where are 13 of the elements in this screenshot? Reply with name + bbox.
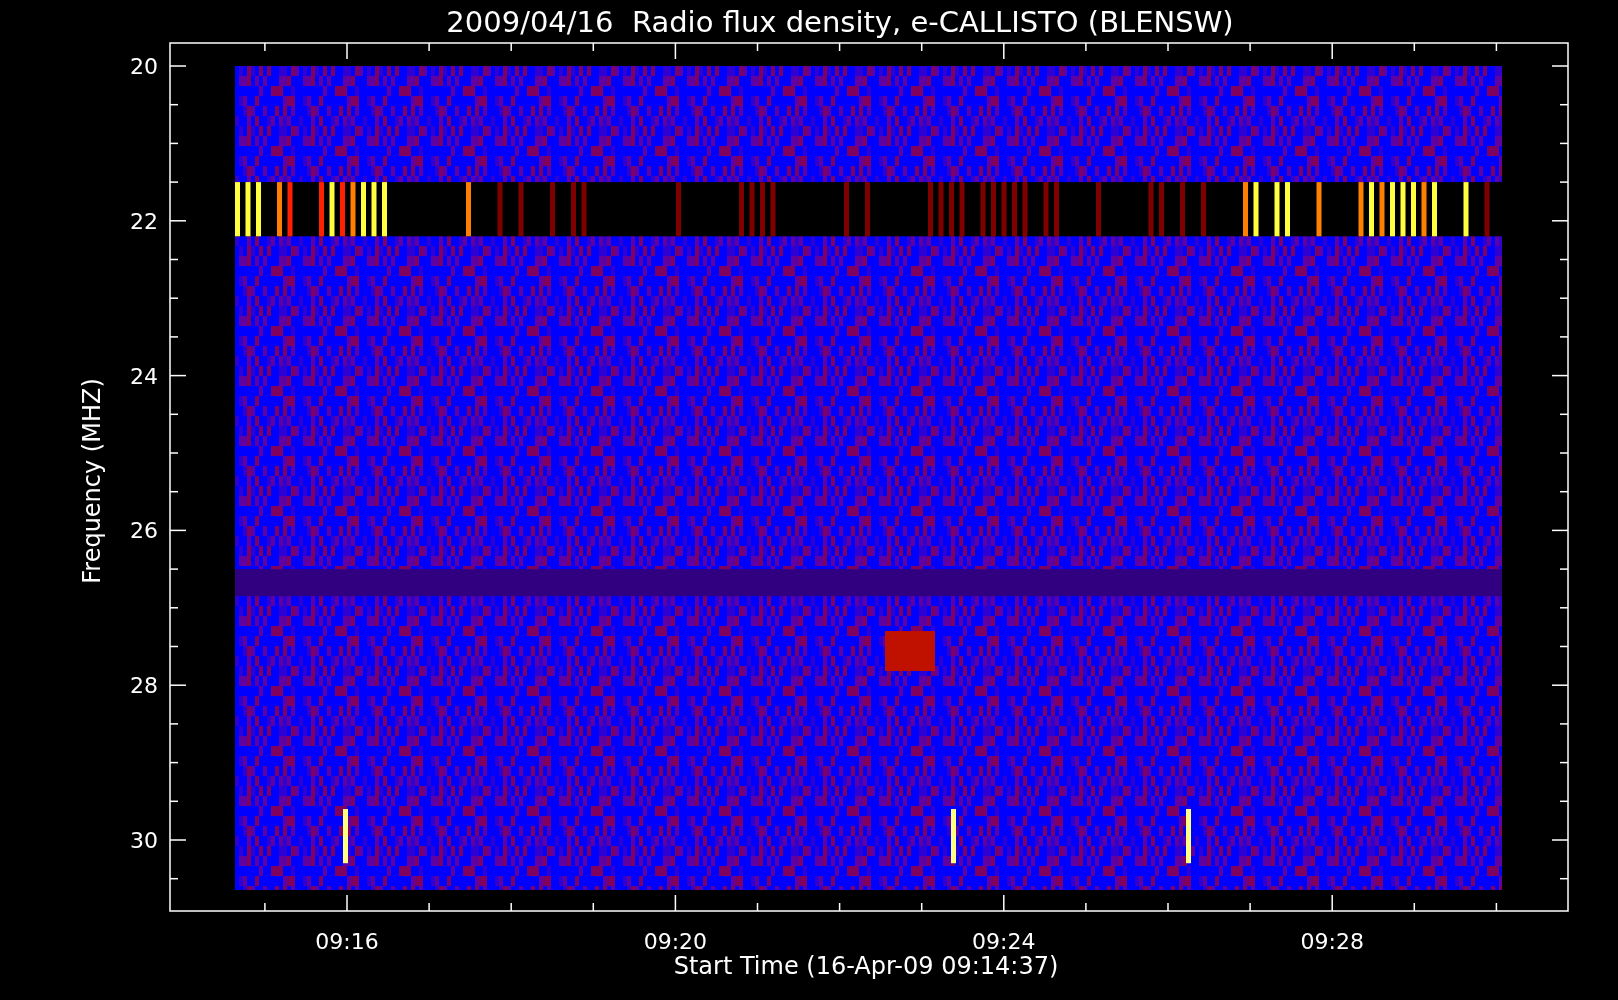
x-tick-label: 09:20 — [643, 929, 708, 954]
y-tick-label: 28 — [130, 673, 158, 699]
y-axis-label: Frequency (MHZ) — [78, 378, 106, 584]
y-tick-label: 22 — [130, 208, 158, 234]
y-tick-label: 20 — [130, 54, 158, 79]
x-tick-label: 09:28 — [1300, 929, 1364, 954]
y-tick-label: 26 — [130, 518, 158, 544]
x-tick-label: 09:24 — [972, 929, 1036, 954]
chart-title: 2009/04/16 Radio flux density, e-CALLISTO (BLENSW) — [446, 5, 1234, 39]
y-tick-label: 24 — [130, 363, 158, 389]
y-tick-label: 30 — [130, 828, 158, 853]
x-axis-label: Start Time (16-Apr-09 09:14:37) — [673, 952, 1059, 980]
x-tick-label: 09:16 — [315, 929, 379, 954]
